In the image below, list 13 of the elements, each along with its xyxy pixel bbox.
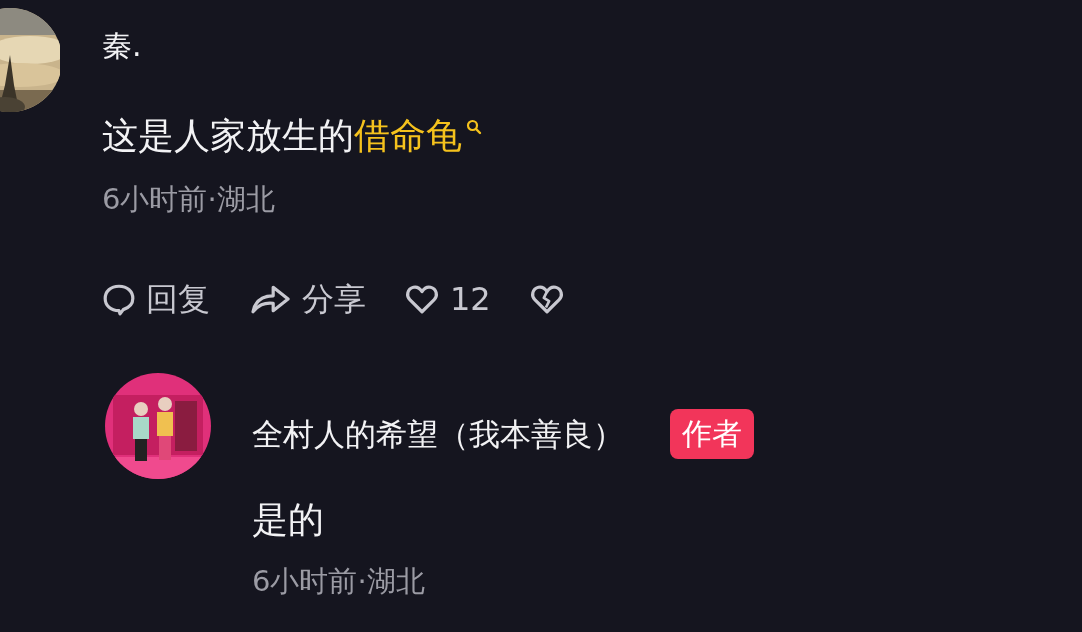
share-button[interactable]: 分享 — [248, 277, 366, 321]
time-location: 6小时前·湖北 — [102, 181, 275, 218]
author-badge: 作者 — [670, 409, 754, 459]
reply-button[interactable]: 回复 — [102, 277, 210, 321]
search-link[interactable]: 借命龟 — [354, 111, 462, 161]
comment-text: 这是人家放生的 — [102, 114, 354, 158]
author-name[interactable]: 秦. — [102, 26, 142, 66]
like-button[interactable]: 12 — [404, 277, 491, 321]
reply-text: 是的 — [252, 498, 324, 542]
time-location: 6小时前·湖北 — [252, 563, 425, 600]
author-name[interactable]: 全村人的希望（我本善良） — [252, 414, 624, 454]
search-icon[interactable] — [466, 119, 482, 135]
comment-icon — [102, 282, 136, 316]
